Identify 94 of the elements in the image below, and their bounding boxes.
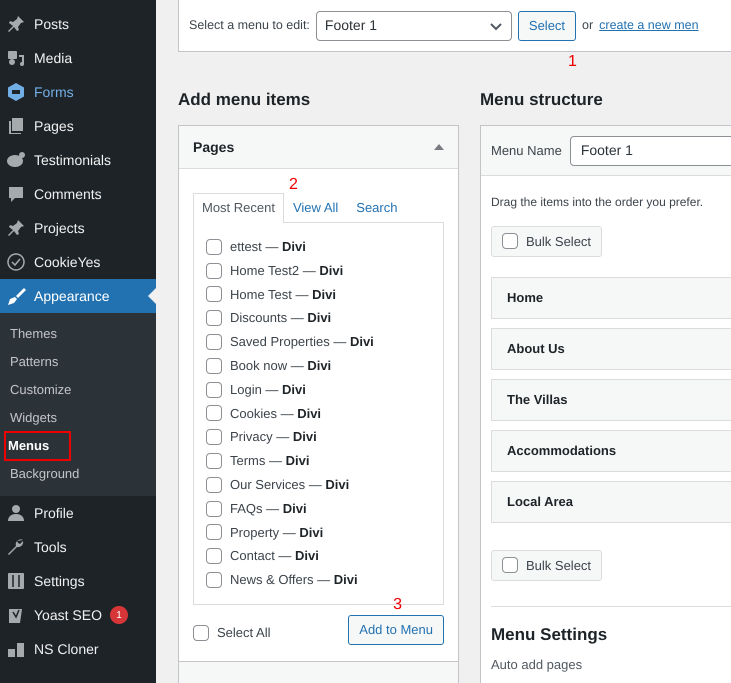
page-label: Our Services — Divi xyxy=(230,476,350,494)
tab[interactable]: Most Recent xyxy=(193,193,284,223)
settings-heading: Menu Settings xyxy=(491,624,608,646)
menu-item[interactable]: About Us xyxy=(491,328,731,370)
submenu-item[interactable]: Customize xyxy=(8,378,74,402)
brush-icon xyxy=(6,286,26,306)
sidebar-item[interactable]: Profile xyxy=(0,496,156,530)
checkbox[interactable] xyxy=(206,334,222,350)
sidebar-item[interactable]: Projects xyxy=(0,211,156,245)
checkbox[interactable] xyxy=(206,382,222,398)
page-label: Contact — Divi xyxy=(230,547,319,566)
checkbox[interactable] xyxy=(206,310,222,326)
pin-icon xyxy=(6,218,26,238)
menu-name-label: Menu Name xyxy=(491,142,562,160)
forms-icon xyxy=(6,82,26,102)
sidebar-item[interactable]: Media xyxy=(0,41,156,75)
sidebar-item[interactable]: Settings xyxy=(0,564,156,598)
annotation-number: 2 xyxy=(289,175,298,196)
checkbox[interactable] xyxy=(502,233,518,250)
accordion-header[interactable]: Pages xyxy=(179,126,458,170)
auto-add-label: Auto add pages xyxy=(491,656,584,674)
submenu-item[interactable]: Background xyxy=(8,462,82,486)
add-to-menu-button[interactable]: Add to Menu xyxy=(348,614,444,645)
page-label: Terms — Divi xyxy=(230,452,310,470)
wrench-icon xyxy=(6,537,26,557)
menu-item[interactable]: Local Area xyxy=(491,480,731,523)
select-menu-label: Select a menu to edit: xyxy=(189,17,310,34)
page-label: News & Offers — Divi xyxy=(230,571,358,590)
sidebar-item[interactable]: Tools xyxy=(0,530,156,564)
sidebar-item[interactable]: Forms xyxy=(0,75,156,109)
checkbox[interactable] xyxy=(206,476,222,493)
media-icon xyxy=(6,48,26,68)
checkbox[interactable] xyxy=(206,358,222,374)
checkbox[interactable] xyxy=(206,238,222,255)
tab[interactable]: Search xyxy=(347,193,406,222)
submenu-item[interactable]: Menus xyxy=(6,433,70,459)
sliders-icon xyxy=(6,571,26,591)
page-label: Discounts — Divi xyxy=(230,309,332,328)
checkbox[interactable] xyxy=(206,572,222,588)
page-label: Book now — Divi xyxy=(230,357,332,376)
checkbox[interactable] xyxy=(206,524,222,540)
section-heading: Add menu items xyxy=(178,90,312,110)
select-button[interactable]: Select xyxy=(518,10,576,40)
pin-icon xyxy=(6,14,26,34)
sidebar-item[interactable]: Posts xyxy=(0,7,156,41)
page-label: Property — Divi xyxy=(230,524,324,542)
menu-name-field[interactable]: Footer 1 xyxy=(570,136,731,166)
page-label: FAQs — Divi xyxy=(230,500,307,518)
page-label: Privacy — Divi xyxy=(230,428,317,446)
sidebar-item[interactable]: Yoast SEO 1 xyxy=(0,598,156,632)
checkbox[interactable] xyxy=(206,262,222,279)
checkbox[interactable] xyxy=(206,286,222,302)
checkbox[interactable] xyxy=(206,429,222,446)
annotation-number: 3 xyxy=(393,594,402,615)
checkbox[interactable] xyxy=(206,500,222,517)
submenu-item[interactable]: Themes xyxy=(8,322,59,346)
sidebar-item[interactable]: NS Cloner xyxy=(0,632,156,666)
pages-icon xyxy=(6,116,26,136)
bulk-select-control[interactable]: Bulk Select xyxy=(491,226,602,257)
checkbox[interactable] xyxy=(206,452,222,469)
page-label: ettest — Divi xyxy=(230,238,306,256)
instructions-text: Drag the items into the order you prefer. xyxy=(491,194,704,212)
page-label: Saved Properties — Divi xyxy=(230,333,374,352)
or-text: or xyxy=(582,17,594,34)
menu-item[interactable]: Home xyxy=(491,276,731,319)
submenu-item[interactable]: Patterns xyxy=(8,350,60,374)
checkbox[interactable] xyxy=(193,624,209,641)
menu-dropdown[interactable]: Footer 1 xyxy=(316,10,512,40)
sidebar-item[interactable]: Comments xyxy=(0,177,156,211)
speech-bubbles-icon xyxy=(6,150,26,170)
sidebar-item[interactable]: Testimonials xyxy=(0,143,156,177)
sidebar-item[interactable]: Pages xyxy=(0,109,156,143)
notification-count: 1 xyxy=(110,606,128,624)
person-icon xyxy=(6,503,26,523)
checkbox[interactable] xyxy=(206,548,222,564)
checkbox[interactable] xyxy=(502,557,518,574)
page-label: Home Test2 — Divi xyxy=(230,262,344,280)
submenu-item[interactable]: Widgets xyxy=(8,406,59,430)
bulk-select-control[interactable]: Bulk Select xyxy=(491,550,602,581)
comment-icon xyxy=(6,184,26,204)
menu-item[interactable]: Accommodations xyxy=(491,430,731,472)
menu-item[interactable]: The Villas xyxy=(491,378,731,421)
section-heading: Menu structure xyxy=(480,90,604,110)
tab[interactable]: View All xyxy=(284,193,348,222)
annotation-number: 1 xyxy=(568,52,577,72)
sidebar-item[interactable]: Appearance xyxy=(0,279,156,313)
create-menu-link[interactable]: create a new men xyxy=(599,16,699,35)
select-all-label: Select All xyxy=(217,624,270,642)
checkbox[interactable] xyxy=(206,405,222,422)
page-label: Home Test — Divi xyxy=(230,286,336,304)
sidebar-item[interactable]: CookieYes xyxy=(0,245,156,279)
page-label: Login — Divi xyxy=(230,380,306,399)
page-label: Cookies — Divi xyxy=(230,404,322,423)
clock-check-icon xyxy=(6,252,26,272)
